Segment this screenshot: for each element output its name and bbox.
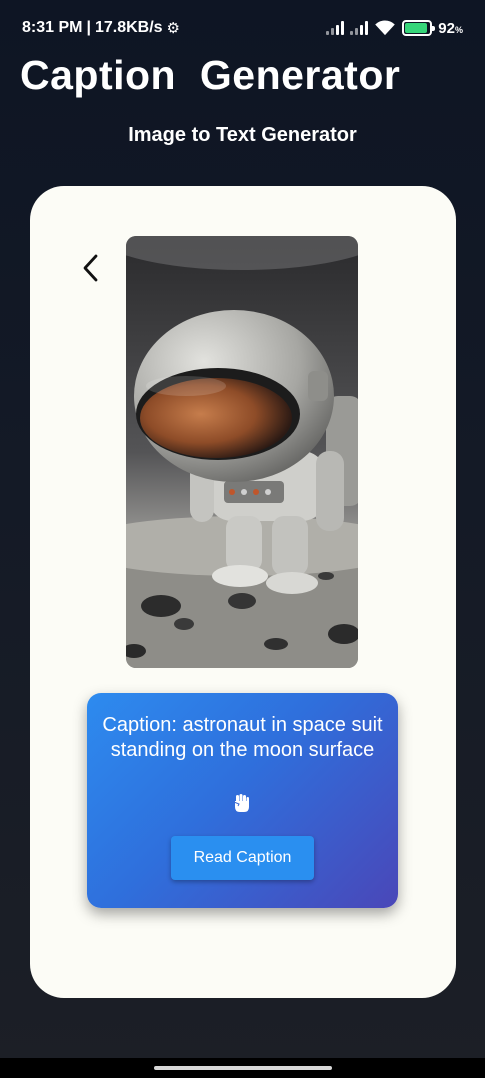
caption-text: Caption: astronaut in space suit standin… [102, 714, 383, 761]
battery-icon [402, 20, 436, 36]
status-left: 8:31 PM | 17.8KB/s ⚙ [22, 19, 180, 37]
back-button[interactable] [76, 250, 104, 286]
status-time: 8:31 PM [22, 19, 83, 36]
home-indicator[interactable] [154, 1066, 332, 1070]
read-caption-button[interactable]: Read Caption [171, 836, 314, 880]
caption-panel: Caption: astronaut in space suit standin… [87, 693, 398, 908]
status-bar: 8:31 PM | 17.8KB/s ⚙ 92% [0, 0, 485, 56]
content-card: Caption: astronaut in space suit standin… [30, 186, 456, 998]
page-title: Caption Generator [20, 52, 401, 98]
battery-fill [405, 23, 428, 33]
raised-fist-icon [233, 794, 249, 812]
network-speed: 17.8KB/s [94, 19, 163, 36]
gear-icon: ⚙ [166, 20, 180, 37]
signal-icon [326, 21, 345, 35]
status-right: 92% [326, 20, 463, 37]
chevron-left-icon [83, 254, 98, 282]
astronaut-image [126, 236, 358, 668]
navigation-bar [0, 1058, 485, 1078]
battery-percent: 92% [438, 19, 463, 37]
status-separator: | [86, 19, 91, 36]
signal-icon-2 [350, 21, 369, 35]
wifi-icon [375, 20, 396, 36]
page-subtitle: Image to Text Generator [128, 124, 357, 146]
